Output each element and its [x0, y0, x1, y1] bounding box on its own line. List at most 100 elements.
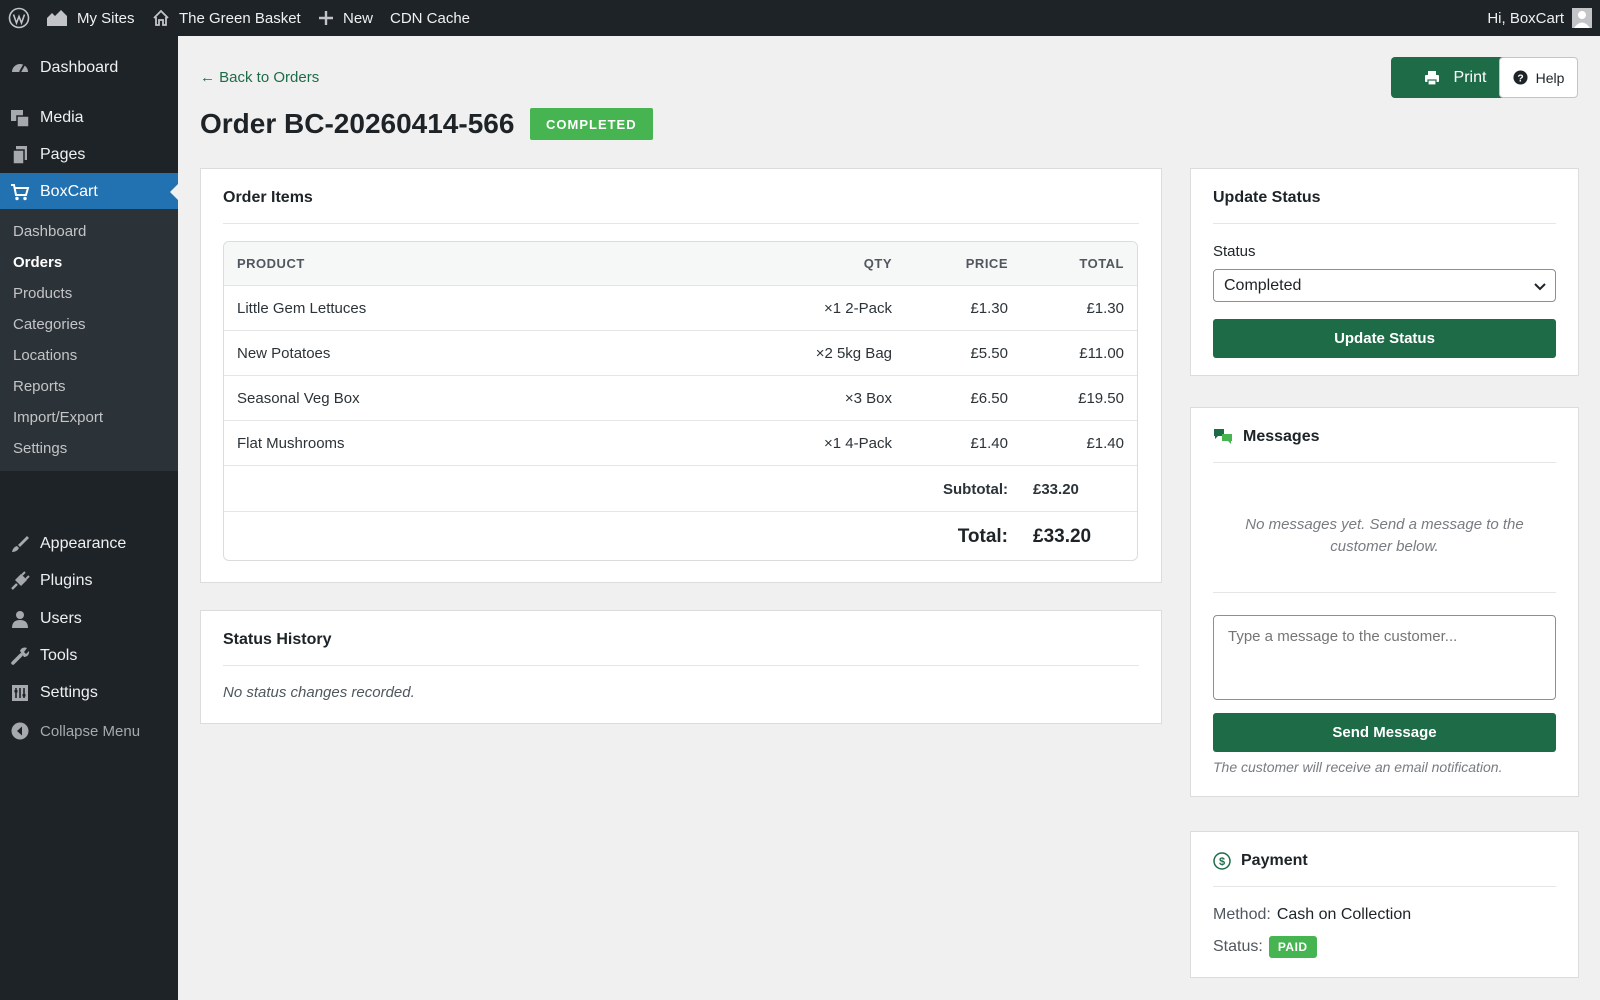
sidebar-item-label: Appearance: [40, 535, 127, 552]
submenu-item-dashboard[interactable]: Dashboard: [13, 223, 86, 240]
status-history-card: Status History No status changes recorde…: [200, 610, 1162, 724]
wrench-icon: [10, 646, 30, 666]
sidebar-item-label: Media: [40, 109, 84, 126]
sidebar-item-users[interactable]: Users: [0, 600, 178, 638]
order-status-badge: COMPLETED: [530, 108, 653, 140]
user-icon: [10, 609, 30, 629]
sidebar-item-tools[interactable]: Tools: [0, 637, 178, 675]
product-total: £1.40: [1086, 434, 1124, 452]
sidebar-item-media[interactable]: Media: [0, 99, 178, 137]
admin-sidebar: Dashboard Media Pages BoxCart Appearance…: [0, 36, 178, 1000]
divider: [1213, 223, 1556, 224]
payment-header: $ Payment: [1213, 852, 1308, 870]
new-content-menu[interactable]: New: [318, 0, 373, 36]
my-sites-menu[interactable]: My Sites: [46, 0, 135, 36]
greeting-label: Hi, BoxCart: [1487, 9, 1564, 27]
cart-icon: [10, 182, 30, 202]
account-menu[interactable]: Hi, BoxCart: [1487, 0, 1592, 36]
new-label: New: [343, 9, 374, 27]
payment-status-label: Status:: [1213, 938, 1263, 955]
product-price: £5.50: [970, 344, 1008, 362]
collapse-icon: [10, 721, 30, 741]
payment-status-line: Status: PAID: [1213, 936, 1317, 958]
submenu-item-categories[interactable]: Categories: [13, 316, 86, 333]
print-label: Print: [1453, 68, 1487, 86]
total-label: Total:: [957, 526, 1008, 547]
total-row: Total: £33.20: [224, 512, 1137, 560]
product-name: Seasonal Veg Box: [237, 389, 360, 407]
submenu-item-settings[interactable]: Settings: [13, 440, 67, 457]
product-qty: ×2 5kg Bag: [815, 344, 892, 362]
status-select[interactable]: Completed: [1213, 269, 1556, 302]
product-price: £6.50: [970, 389, 1008, 407]
submenu-item-locations[interactable]: Locations: [13, 347, 77, 364]
site-name-label: The Green Basket: [179, 9, 301, 27]
product-price: £1.30: [970, 299, 1008, 317]
boxcart-submenu: Dashboard Orders Products Categories Loc…: [0, 209, 178, 471]
help-button[interactable]: ? Help: [1499, 57, 1578, 98]
sidebar-item-label: Settings: [40, 684, 98, 701]
site-name-menu[interactable]: The Green Basket: [152, 0, 301, 36]
sidebar-item-label: Dashboard: [40, 59, 119, 76]
table-header-row: PRODUCT QTY PRICE TOTAL: [224, 242, 1137, 286]
messages-title: Messages: [1243, 428, 1320, 445]
payment-title: Payment: [1241, 852, 1308, 869]
admin-bar: My Sites The Green Basket New CDN Cache …: [0, 0, 1600, 36]
table-row: Seasonal Veg Box ×3 Box £6.50 £19.50: [224, 376, 1137, 421]
divider: [223, 665, 1139, 666]
product-total: £1.30: [1086, 299, 1124, 317]
cdn-cache-menu[interactable]: CDN Cache: [390, 0, 470, 36]
back-to-orders-link[interactable]: ← Back to Orders: [200, 69, 319, 86]
send-message-button[interactable]: Send Message: [1213, 713, 1556, 752]
messages-empty: No messages yet. Send a message to the c…: [1245, 516, 1524, 555]
product-price: £1.40: [970, 434, 1008, 452]
order-items-title: Order Items: [223, 189, 313, 206]
table-row: Little Gem Lettuces ×1 2-Pack £1.30 £1.3…: [224, 286, 1137, 331]
order-items-card: Order Items PRODUCT QTY PRICE TOTAL Litt…: [200, 168, 1162, 583]
order-items-table: PRODUCT QTY PRICE TOTAL Little Gem Lettu…: [223, 241, 1138, 561]
submenu-item-products[interactable]: Products: [13, 285, 72, 302]
subtotal-row: Subtotal: £33.20: [224, 467, 1137, 512]
submenu-item-reports[interactable]: Reports: [13, 378, 66, 395]
update-status-button[interactable]: Update Status: [1213, 319, 1556, 358]
sidebar-item-dashboard[interactable]: Dashboard: [0, 49, 178, 87]
sidebar-item-appearance[interactable]: Appearance: [0, 525, 178, 563]
payment-card: $ Payment Method: Cash on Collection Sta…: [1190, 831, 1579, 978]
sidebar-item-boxcart[interactable]: BoxCart: [0, 173, 178, 211]
messages-icon: [1214, 429, 1232, 444]
submenu-item-import-export[interactable]: Import/Export: [13, 409, 103, 426]
column-header-total: TOTAL: [1079, 256, 1124, 271]
sidebar-item-pages[interactable]: Pages: [0, 136, 178, 174]
payment-status-badge: PAID: [1268, 936, 1317, 958]
product-name: Little Gem Lettuces: [237, 299, 367, 317]
submenu-item-orders[interactable]: Orders: [13, 254, 62, 271]
svg-text:$: $: [1219, 856, 1225, 868]
product-name: Flat Mushrooms: [237, 434, 345, 452]
dashboard-icon: [10, 58, 30, 78]
subtotal-value: £33.20: [1033, 480, 1079, 498]
divider: [223, 223, 1139, 224]
my-sites-icon: [47, 10, 67, 26]
wordpress-logo-icon[interactable]: [8, 0, 30, 36]
status-history-empty: No status changes recorded.: [223, 684, 415, 701]
sidebar-item-label: Tools: [40, 647, 78, 664]
divider: [1213, 462, 1556, 463]
update-status-card: Update Status Status Completed Update St…: [1190, 168, 1579, 376]
sidebar-item-label: Collapse Menu: [40, 722, 141, 740]
printer-icon: [1424, 70, 1439, 86]
avatar: [1572, 8, 1592, 28]
page-title: Order BC-20260414-566: [200, 108, 515, 139]
plugin-icon: [10, 571, 30, 591]
collapse-menu-button[interactable]: Collapse Menu: [0, 712, 178, 750]
divider: [1213, 886, 1556, 887]
sidebar-item-plugins[interactable]: Plugins: [0, 562, 178, 600]
email-notification-note: The customer will receive an email notif…: [1213, 759, 1503, 775]
svg-text:?: ?: [1517, 73, 1523, 84]
settings-icon: [10, 683, 30, 703]
status-field-label: Status: [1213, 243, 1256, 260]
media-icon: [10, 108, 30, 128]
message-input[interactable]: [1213, 615, 1556, 700]
product-qty: ×1 2-Pack: [824, 299, 892, 317]
sidebar-item-settings[interactable]: Settings: [0, 674, 178, 712]
product-qty: ×3 Box: [844, 389, 892, 407]
